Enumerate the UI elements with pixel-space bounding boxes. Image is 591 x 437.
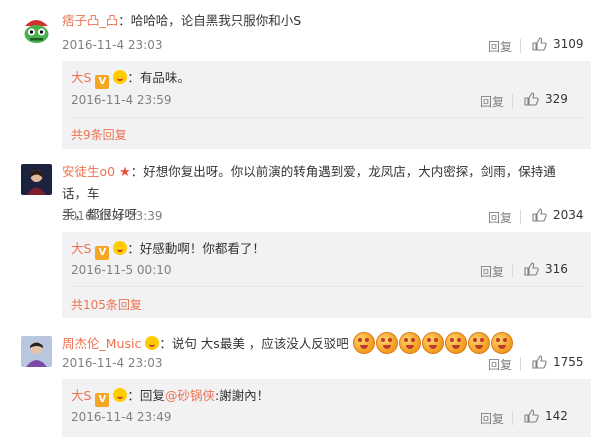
reply-text: 有品味。 [139, 70, 190, 85]
verified-v-icon[interactable]: V [95, 393, 110, 407]
verified-v-icon[interactable]: V [95, 246, 110, 260]
timestamp: 2016-11-4 23:03 [62, 356, 163, 370]
divider [512, 411, 513, 425]
verified-v-icon[interactable]: V [95, 75, 110, 89]
divider [512, 264, 513, 278]
comment-text-line: 痞子凸_凸：哈哈哈，论自黑我只服你和小S [62, 12, 301, 30]
timestamp: 2016-11-4 23:03 [62, 38, 163, 52]
reply-username[interactable]: 大S [71, 70, 91, 85]
like-count: 316 [545, 262, 568, 276]
like-count: 2034 [553, 208, 584, 222]
avatar[interactable] [21, 336, 52, 367]
vip-emoji-icon[interactable] [113, 70, 128, 84]
reply-button[interactable]: 回复 [480, 410, 504, 427]
reply-text-line: 大S V ：好感動啊！你都看了！ [71, 240, 265, 260]
vip-emoji-icon[interactable] [113, 241, 128, 255]
like-button[interactable]: 316 [524, 262, 568, 276]
emoji-icon [421, 332, 444, 354]
reply-timestamp: 2016-11-5 00:10 [71, 263, 172, 277]
reply-box: 大S V ：回复@砂锅侠:謝謝內！ 2016-11-4 23:49 回复 142 [62, 379, 591, 437]
emoji-icon [398, 332, 421, 354]
thumbs-up-icon [532, 208, 547, 222]
thumbs-up-icon [532, 37, 547, 51]
emoji-icon [467, 332, 490, 354]
timestamp: 2016-11-4 23:39 [62, 209, 163, 223]
emoji-icon [444, 332, 467, 354]
colon: ： [127, 241, 140, 256]
reply-button[interactable]: 回复 [488, 209, 512, 226]
like-button[interactable]: 142 [524, 409, 568, 423]
reply-button[interactable]: 回复 [488, 356, 512, 373]
reply-box: 大S V ：有品味。 2016-11-4 23:59 回复 329 共9条回复 [62, 61, 591, 149]
like-button[interactable]: 1755 [532, 355, 584, 369]
like-button[interactable]: 2034 [532, 208, 584, 222]
separator [71, 286, 582, 287]
avatar-image [21, 336, 52, 367]
vip-emoji-icon[interactable] [145, 336, 160, 350]
reply-timestamp: 2016-11-4 23:49 [71, 410, 172, 424]
username[interactable]: 安徒生o0 [62, 164, 115, 179]
reply-button[interactable]: 回复 [480, 263, 504, 280]
colon: ： [127, 388, 140, 403]
vip-emoji-icon[interactable] [113, 388, 128, 402]
colon: ： [159, 336, 172, 351]
colon: ： [118, 13, 131, 28]
colon: ： [130, 164, 144, 179]
thumbs-up-icon [532, 355, 547, 369]
avatar-image [21, 164, 52, 195]
comment-text-line-1: 安徒生o0 ★：好想你复出呀。你以前演的转角遇到爱，龙凤店，大内密探，剑雨，保持… [62, 161, 562, 204]
like-button[interactable]: 329 [524, 92, 568, 106]
colon: ： [127, 70, 140, 85]
comment-text: 哈哈哈，论自黑我只服你和小S [130, 13, 302, 28]
reply-text: 好感動啊！你都看了！ [139, 241, 265, 256]
like-count: 3109 [553, 37, 584, 51]
comment-text: 说句 大s最美 ，应该没人反驳吧 [171, 336, 349, 351]
comment-text-line: 周杰伦_Music ：说句 大s最美 ，应该没人反驳吧 [62, 332, 514, 355]
like-count: 1755 [553, 355, 584, 369]
reply-text-line: 大S V ：有品味。 [71, 69, 190, 89]
like-button[interactable]: 3109 [532, 37, 584, 51]
mention-link[interactable]: @砂锅侠 [165, 388, 215, 403]
emoji-icon [375, 332, 398, 354]
reply-prefix: 回复 [139, 388, 165, 403]
reply-timestamp: 2016-11-4 23:59 [71, 93, 172, 107]
more-replies-link[interactable]: 共9条回复 [71, 126, 127, 143]
more-replies-link[interactable]: 共105条回复 [71, 296, 142, 313]
reply-text: 謝謝內！ [219, 388, 270, 403]
divider [520, 39, 521, 53]
reply-username[interactable]: 大S [71, 241, 91, 256]
thumbs-up-icon [524, 92, 539, 106]
avatar[interactable] [21, 164, 52, 195]
username[interactable]: 痞子凸_凸 [62, 13, 118, 28]
reply-text-line: 大S V ：回复@砂锅侠:謝謝內！ [71, 387, 269, 407]
avatar-image [21, 14, 52, 45]
divider [520, 210, 521, 224]
like-count: 142 [545, 409, 568, 423]
reply-username[interactable]: 大S [71, 388, 91, 403]
reply-box: 大S V ：好感動啊！你都看了！ 2016-11-5 00:10 回复 316 … [62, 232, 591, 318]
divider [512, 94, 513, 108]
separator [71, 117, 582, 118]
reply-button[interactable]: 回复 [488, 38, 512, 55]
star-icon[interactable]: ★ [119, 165, 131, 180]
emoji-icon [490, 332, 513, 354]
divider [520, 357, 521, 371]
like-count: 329 [545, 92, 568, 106]
username[interactable]: 周杰伦_Music [62, 336, 141, 351]
reply-button[interactable]: 回复 [480, 93, 504, 110]
thumbs-up-icon [524, 409, 539, 423]
emoji-icon [352, 332, 375, 354]
avatar[interactable] [21, 14, 52, 45]
thumbs-up-icon [524, 262, 539, 276]
